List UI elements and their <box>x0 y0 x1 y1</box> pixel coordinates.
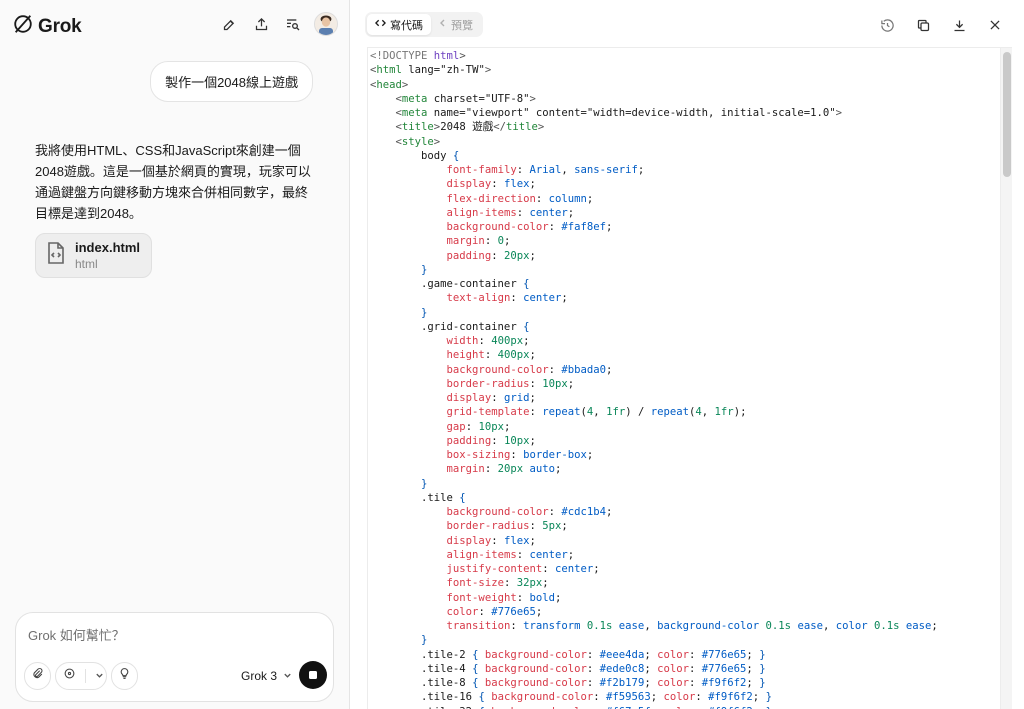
code-line: display: grid; <box>446 392 536 404</box>
app-name: Grok <box>38 15 82 37</box>
model-name: Grok 3 <box>241 669 278 683</box>
file-info: index.html html <box>75 240 140 271</box>
chat-panel: Grok 製作一個2048線上遊戲 我將使用HTML、CSS和JavaScrip… <box>0 0 350 709</box>
code-line: } <box>421 306 428 319</box>
code-panel: 寫代碼 預覽 <!DOCTYPE html> <html lang="zh-TW… <box>350 0 1024 709</box>
code-line: .tile { <box>370 491 466 504</box>
tab-preview-label: 預覽 <box>451 19 473 32</box>
grok-logo-icon <box>12 13 34 40</box>
code-line: transition: transform 0.1s ease, backgro… <box>446 620 938 632</box>
code-line: <meta name="viewport" content="width=dev… <box>395 107 843 119</box>
code-line: body { <box>370 149 460 162</box>
code-line: .tile-4 { background-color: #ede0c8; col… <box>370 662 766 675</box>
history-icon[interactable] <box>876 14 898 36</box>
code-line: gap: 10px; <box>446 420 511 433</box>
code-line: align-items: center; <box>446 548 575 561</box>
code-line: grid-template: repeat(4, 1fr) / repeat(4… <box>446 406 747 419</box>
avatar[interactable] <box>314 12 338 36</box>
code-line: <title>2048 遊戲</title> <box>395 121 545 134</box>
code-line: margin: 0; <box>446 235 511 248</box>
close-icon[interactable] <box>984 14 1006 36</box>
paperclip-icon <box>31 667 44 685</box>
tab-preview[interactable]: 預覽 <box>431 14 481 35</box>
share-icon[interactable] <box>250 13 272 35</box>
code-scrollbar[interactable] <box>1000 48 1012 709</box>
code-file-icon <box>45 241 67 270</box>
code-line: flex-direction: column; <box>446 192 594 205</box>
tab-code[interactable]: 寫代碼 <box>367 14 431 35</box>
download-icon[interactable] <box>948 14 970 36</box>
think-button[interactable] <box>111 662 138 690</box>
code-line: font-size: 32px; <box>446 577 549 590</box>
copy-icon[interactable] <box>912 14 934 36</box>
code-line: font-family: Arial, sans-serif; <box>446 164 645 176</box>
code-line: padding: 10px; <box>446 434 536 447</box>
lightbulb-icon <box>118 667 131 685</box>
code-line: align-items: center; <box>446 206 575 219</box>
code-line: .game-container { <box>370 278 530 290</box>
divider <box>85 669 86 683</box>
code-line: background-color: #cdc1b4; <box>446 506 613 518</box>
code-line: text-align: center; <box>446 292 568 305</box>
search-list-icon[interactable] <box>282 13 304 35</box>
edit-icon[interactable] <box>218 13 240 35</box>
code-line: <meta charset="UTF-8"> <box>395 92 536 105</box>
code-line: } <box>421 263 428 276</box>
deepsearch-icon <box>63 667 76 685</box>
chevron-down-icon <box>283 669 292 683</box>
code-line: background-color: #bbada0; <box>446 363 613 376</box>
file-type: html <box>75 257 98 271</box>
code-line: .tile-2 { background-color: #eee4da; col… <box>370 648 766 661</box>
prompt-input[interactable] <box>28 628 318 643</box>
code-line: border-radius: 10px; <box>446 377 575 390</box>
code-line: <html lang="zh-TW"> <box>370 64 492 77</box>
code-line: border-radius: 5px; <box>446 520 568 533</box>
code-toolbar <box>876 14 1006 36</box>
chat-topbar: Grok <box>0 0 350 50</box>
composer: Grok 3 <box>15 612 334 702</box>
code-line: display: flex; <box>446 534 536 547</box>
chevron-down-icon[interactable] <box>95 667 104 685</box>
code-line: <head> <box>370 78 409 91</box>
code-line: padding: 20px; <box>446 249 536 262</box>
code-brackets-icon <box>375 18 386 31</box>
file-name: index.html <box>75 240 141 255</box>
code-line: } <box>421 477 428 490</box>
code-line: justify-content: center; <box>446 563 600 575</box>
code-line: background-color: #faf8ef; <box>446 221 613 233</box>
model-selector[interactable]: Grok 3 <box>241 669 292 683</box>
code-line: box-sizing: border-box; <box>446 449 594 461</box>
code-line: display: flex; <box>446 178 536 191</box>
code-line: } <box>421 634 428 647</box>
scroll-thumb[interactable] <box>1003 52 1011 177</box>
code-line: height: 400px; <box>446 349 536 362</box>
code-line: .tile-16 { background-color: #f59563; co… <box>370 691 772 704</box>
code-line: <style> <box>395 135 441 148</box>
code-content: <!DOCTYPE html> <html lang="zh-TW"> <head>… <box>370 49 938 709</box>
code-line: .grid-container { <box>370 320 530 333</box>
attach-button[interactable] <box>24 662 51 690</box>
tab-code-label: 寫代碼 <box>390 19 423 32</box>
file-attachment[interactable]: index.html html <box>35 233 152 278</box>
code-line: .tile-8 { background-color: #f2b179; col… <box>370 677 766 689</box>
deep-search-button[interactable] <box>55 662 107 690</box>
code-tabs: 寫代碼 預覽 <box>365 12 483 37</box>
code-editor[interactable]: <!DOCTYPE html> <html lang="zh-TW"> <head>… <box>367 47 1012 709</box>
grok-logo[interactable]: Grok <box>12 13 82 40</box>
code-line: <!DOCTYPE html> <box>370 50 466 62</box>
code-line: width: 400px; <box>446 335 530 347</box>
code-line: font-weight: bold; <box>446 591 562 604</box>
user-message: 製作一個2048線上遊戲 <box>150 61 313 102</box>
chat-toolbar <box>218 12 338 36</box>
code-line: .tile-32 { background-color: #f67c5f; co… <box>370 705 938 709</box>
chevron-left-icon <box>439 18 447 31</box>
assistant-message: 我將使用HTML、CSS和JavaScript來創建一個2048遊戲。這是一個基… <box>35 143 311 221</box>
code-line: color: #776e65; <box>446 605 543 618</box>
code-line: margin: 20px auto; <box>446 463 562 476</box>
stop-button[interactable] <box>299 661 327 689</box>
stop-icon <box>309 671 317 679</box>
